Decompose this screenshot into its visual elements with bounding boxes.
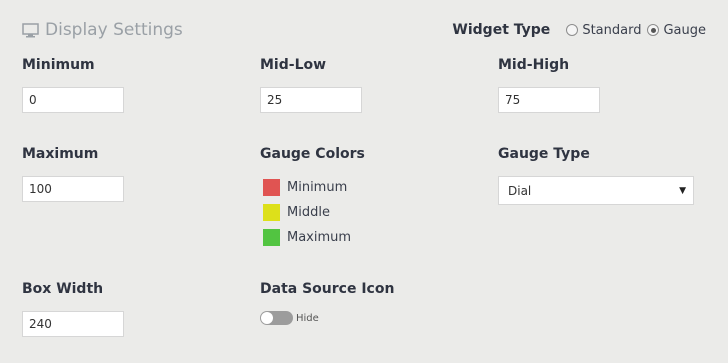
minimum-label: Minimum: [22, 57, 95, 73]
box-width-label: Box Width: [22, 281, 104, 297]
widget-type-selector: Widget Type Standard Gauge: [452, 22, 706, 38]
standard-radio-label: Standard: [582, 22, 642, 38]
widget-type-standard-option[interactable]: Standard: [566, 23, 641, 38]
maximum-color-label: Maximum: [287, 230, 352, 245]
gauge-type-selected-value: Dial: [508, 183, 532, 198]
middle-color-label: Middle: [287, 205, 330, 220]
maximum-color-swatch[interactable]: [263, 229, 280, 246]
minimum-color-swatch[interactable]: [263, 179, 280, 196]
gauge-colors-list: Minimum Middle Maximum: [263, 175, 351, 250]
monitor-icon: [22, 22, 39, 37]
caret-down-icon: ▼: [679, 185, 686, 196]
middle-color-swatch[interactable]: [263, 204, 280, 221]
minimum-color-label: Minimum: [287, 180, 348, 195]
mid-high-label: Mid-High: [498, 57, 570, 73]
gauge-radio-label: Gauge: [663, 22, 706, 38]
section-title-text: Display Settings: [45, 20, 183, 40]
widget-type-gauge-option[interactable]: Gauge: [647, 23, 706, 38]
gauge-radio[interactable]: [647, 24, 660, 36]
gauge-colors-label: Gauge Colors: [260, 146, 365, 162]
toggle-state-label: Hide: [296, 312, 319, 324]
data-source-icon-toggle[interactable]: [260, 311, 293, 325]
maximum-input[interactable]: [22, 176, 124, 202]
section-title: Display Settings: [22, 20, 183, 40]
mid-high-input[interactable]: [498, 87, 600, 113]
gauge-type-label: Gauge Type: [498, 146, 590, 162]
toggle-knob: [261, 312, 273, 324]
mid-low-label: Mid-Low: [260, 57, 327, 73]
standard-radio[interactable]: [566, 24, 579, 36]
gauge-color-minimum[interactable]: Minimum: [263, 175, 351, 200]
data-source-icon-toggle-group: Hide: [260, 311, 319, 325]
gauge-color-middle[interactable]: Middle: [263, 200, 351, 225]
gauge-type-select[interactable]: Dial ▼: [498, 176, 694, 205]
maximum-label: Maximum: [22, 146, 99, 162]
data-source-icon-label: Data Source Icon: [260, 281, 395, 297]
gauge-color-maximum[interactable]: Maximum: [263, 225, 351, 250]
box-width-input[interactable]: [22, 311, 124, 337]
minimum-input[interactable]: [22, 87, 124, 113]
mid-low-input[interactable]: [260, 87, 362, 113]
widget-type-label: Widget Type: [452, 22, 551, 38]
